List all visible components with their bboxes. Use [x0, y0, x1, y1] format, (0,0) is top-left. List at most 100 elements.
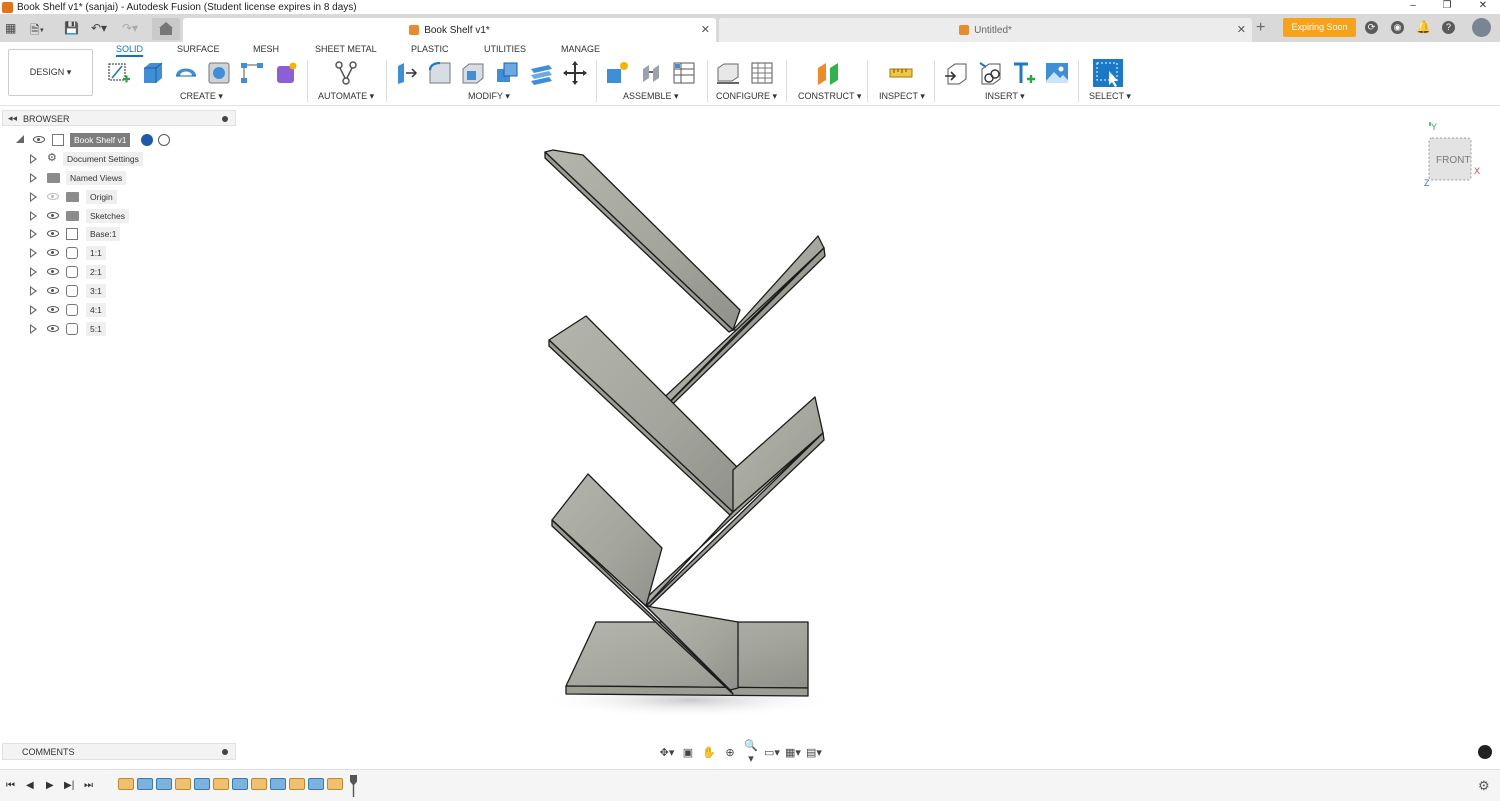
tab-sheet-metal[interactable]: SHEET METAL [315, 44, 377, 54]
timeline-extrude-feature[interactable] [194, 778, 210, 790]
offset-face-icon[interactable] [528, 60, 554, 86]
timeline-extrude-feature[interactable] [270, 778, 286, 790]
timeline-previous-button[interactable]: ◀ [26, 780, 34, 791]
job-status-icon[interactable]: ◉ [1391, 21, 1404, 34]
activate-radio-icon[interactable] [158, 134, 170, 146]
shared-link-icon[interactable] [141, 134, 153, 146]
timeline-track[interactable] [118, 778, 343, 796]
browser-item-origin[interactable]: Origin [0, 189, 240, 205]
insert-derive-icon[interactable] [943, 60, 969, 86]
maximize-button[interactable]: ❐ [1430, 0, 1464, 14]
display-settings-icon[interactable]: ▭▾ [763, 746, 781, 759]
workspace-switcher[interactable]: DESIGN ▾ [8, 49, 93, 96]
browser-item-body-1[interactable]: 1:1 [0, 245, 240, 261]
expand-triangle-icon[interactable] [30, 324, 37, 334]
timeline-sketch-feature[interactable] [327, 778, 343, 790]
fit-icon[interactable]: 🔍▾ [742, 739, 760, 765]
timeline-settings-gear-icon[interactable]: ⚙ [1478, 778, 1490, 794]
expand-triangle-icon[interactable] [30, 154, 37, 164]
configure-icon[interactable] [715, 60, 741, 86]
visibility-eye-icon[interactable] [47, 268, 59, 275]
tab-close-icon[interactable]: ✕ [701, 23, 710, 36]
comments-panel-header[interactable]: COMMENTS [2, 743, 236, 760]
select-menu[interactable]: SELECT ▾ [1089, 91, 1131, 102]
add-comment-icon[interactable] [222, 749, 228, 755]
minimize-button[interactable]: – [1396, 0, 1430, 14]
expand-triangle-icon[interactable] [16, 135, 24, 143]
notifications-icon[interactable]: 🔔 [1416, 21, 1431, 34]
expand-triangle-icon[interactable] [30, 173, 37, 183]
tab-manage[interactable]: MANAGE [561, 44, 600, 54]
visibility-eye-icon[interactable] [33, 136, 45, 143]
tab-untitled[interactable]: Untitled* ✕ [719, 18, 1252, 42]
timeline-extrude-feature[interactable] [137, 778, 153, 790]
look-at-icon[interactable]: ▣ [679, 746, 697, 759]
browser-root-node[interactable]: Book Shelf v1 [0, 132, 240, 148]
automate-icon[interactable] [333, 60, 359, 86]
expand-triangle-icon[interactable] [30, 305, 37, 315]
move-copy-icon[interactable] [562, 60, 588, 86]
insert-mesh-icon[interactable] [977, 60, 1003, 86]
configure-menu[interactable]: CONFIGURE ▾ [716, 91, 777, 102]
visibility-eye-icon[interactable] [47, 193, 59, 200]
viewcube[interactable]: Y FRONT X Z [1421, 118, 1486, 190]
fillet-icon[interactable] [427, 60, 453, 86]
revolve-icon[interactable] [173, 60, 199, 86]
new-component-icon[interactable] [604, 60, 630, 86]
browser-panel-header[interactable]: ◂◂ BROWSER [2, 110, 236, 126]
create-menu[interactable]: CREATE ▾ [180, 91, 223, 102]
pan-icon[interactable]: ✋ [700, 746, 718, 759]
tab-book-shelf[interactable]: Book Shelf v1* ✕ [183, 18, 716, 42]
timeline-next-button[interactable]: ▶| [64, 780, 74, 791]
expiring-soon-button[interactable]: Expiring Soon [1283, 18, 1356, 37]
tab-plastic[interactable]: PLASTIC [411, 44, 449, 54]
viewports-icon[interactable]: ▤▾ [805, 746, 823, 759]
save-icon[interactable]: 💾 [64, 21, 79, 35]
timeline-extrude-feature[interactable] [308, 778, 324, 790]
offset-plane-icon[interactable] [815, 60, 841, 86]
construct-menu[interactable]: CONSTRUCT ▾ [798, 91, 861, 102]
automate-menu[interactable]: AUTOMATE ▾ [318, 91, 374, 102]
visibility-eye-icon[interactable] [47, 287, 59, 294]
canvas-image-icon[interactable] [1044, 60, 1070, 86]
extrude-icon[interactable] [140, 60, 166, 86]
expand-triangle-icon[interactable] [30, 192, 37, 202]
inspect-menu[interactable]: INSPECT ▾ [879, 91, 925, 102]
tab-close-icon[interactable]: ✕ [1237, 23, 1246, 36]
timeline-sketch-feature[interactable] [118, 778, 134, 790]
visibility-eye-icon[interactable] [47, 325, 59, 332]
tab-solid[interactable]: SOLID [116, 44, 144, 57]
help-icon[interactable]: ? [1442, 21, 1455, 34]
modify-menu[interactable]: MODIFY ▾ [468, 91, 510, 102]
expand-triangle-icon[interactable] [30, 286, 37, 296]
browser-item-body-3[interactable]: 3:1 [0, 283, 240, 299]
combine-icon[interactable] [494, 60, 520, 86]
timeline-sketch-feature[interactable] [175, 778, 191, 790]
close-button[interactable]: ✕ [1466, 0, 1500, 14]
grid-menu-icon[interactable]: ▦ [5, 21, 16, 35]
bill-of-materials-icon[interactable] [671, 60, 697, 86]
expand-triangle-icon[interactable] [30, 267, 37, 277]
insert-mcmaster-icon[interactable] [1010, 60, 1036, 86]
tab-surface[interactable]: SURFACE [177, 44, 220, 54]
visibility-eye-icon[interactable] [47, 212, 59, 219]
timeline-extrude-feature[interactable] [156, 778, 172, 790]
timeline-marker-handle[interactable] [350, 775, 357, 797]
grid-settings-icon[interactable]: ▦▾ [784, 746, 802, 759]
visibility-eye-icon[interactable] [47, 230, 59, 237]
visibility-eye-icon[interactable] [47, 306, 59, 313]
user-avatar[interactable] [1472, 18, 1491, 37]
timeline-sketch-feature[interactable] [289, 778, 305, 790]
timeline-extrude-feature[interactable] [232, 778, 248, 790]
visibility-eye-icon[interactable] [47, 249, 59, 256]
browser-item-named-views[interactable]: Named Views [0, 170, 240, 186]
browser-item-document-settings[interactable]: ⚙ Document Settings [0, 151, 240, 167]
timeline-sketch-feature[interactable] [213, 778, 229, 790]
measure-icon[interactable] [888, 60, 914, 86]
shell-icon[interactable] [460, 60, 486, 86]
browser-item-body-5[interactable]: 5:1 [0, 321, 240, 337]
assemble-menu[interactable]: ASSEMBLE ▾ [623, 91, 679, 102]
bookshelf-model[interactable] [540, 149, 840, 718]
browser-item-sketches[interactable]: Sketches [0, 208, 240, 224]
press-pull-icon[interactable] [394, 60, 420, 86]
